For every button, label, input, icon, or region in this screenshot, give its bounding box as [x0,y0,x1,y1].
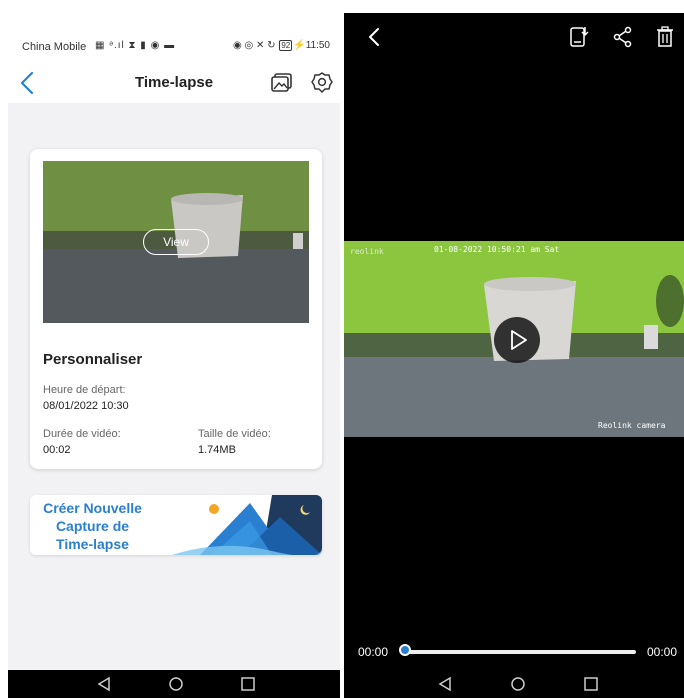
status-bar: China Mobile ▦ ᵊ.ıl ⧗ ▮ ◉ ▬ ◉ ◎ ✕ ↻ 92 ⚡1… [8,27,340,63]
status-right: ◉ ◎ ✕ ↻ 92 ⚡11:50 [233,40,330,51]
status-time: 11:50 [305,40,330,51]
app-bar: Time-lapse [8,63,340,103]
create-time-lapse-banner[interactable]: Créer Nouvelle Capture de Time-lapse [30,495,322,555]
video-thumbnail[interactable]: View [43,161,309,323]
time-lapse-screen: China Mobile ▦ ᵊ.ıl ⧗ ▮ ◉ ▬ ◉ ◎ ✕ ↻ 92 ⚡1… [8,27,340,698]
video-logo: reolink [350,247,384,256]
system-nav-bar [8,670,340,698]
gallery-icon[interactable] [270,71,294,95]
battery-icon: 92 [279,40,293,51]
mountain-illustration [152,495,322,555]
nav-recents-icon[interactable] [582,675,600,693]
share-icon[interactable] [612,25,634,49]
nav-recents-icon[interactable] [239,675,257,693]
view-button[interactable]: View [143,229,209,255]
seek-knob[interactable] [399,644,411,656]
back-arrow-icon[interactable] [364,25,384,49]
start-time-label: Heure de départ: [43,384,126,396]
seek-bar[interactable] [406,650,636,654]
status-icons: ▦ ᵊ.ıl ⧗ ▮ ◉ ▬ [95,40,176,51]
nav-home-icon[interactable] [167,675,185,693]
banner-line-2: Capture de [55,518,130,534]
recording-title: Personnaliser [43,351,143,368]
video-timestamp: 01-08-2022 10:50:21 am Sat [434,245,560,254]
delete-icon[interactable] [654,25,676,49]
download-to-phone-icon[interactable] [568,25,590,49]
video-brand: Reolink camera [598,421,666,430]
play-icon [511,330,527,350]
gear-icon[interactable] [310,71,334,95]
total-time: 00:00 [647,645,678,659]
carrier-name: China Mobile [22,41,87,53]
banner-line-3: Time-lapse [56,536,129,552]
start-time-value: 08/01/2022 10:30 [43,400,129,412]
play-button[interactable] [494,317,540,363]
status-right-icons: ◉ ◎ ✕ ↻ [233,40,276,51]
duration-value: 00:02 [43,444,71,456]
time-lapse-card[interactable]: View Personnaliser Heure de départ: 08/0… [30,149,322,469]
system-nav-bar [344,670,684,698]
video-frame[interactable]: reolink 01-08-2022 10:50:21 am Sat Reoli… [344,241,684,437]
size-value: 1.74MB [198,444,236,456]
current-time: 00:00 [358,645,389,659]
banner-text: Créer Nouvelle Capture de Time-lapse [30,499,155,553]
size-label: Taille de vidéo: [198,428,271,440]
banner-line-1: Créer Nouvelle [43,500,142,516]
nav-home-icon[interactable] [509,675,527,693]
duration-label: Durée de vidéo: [43,428,121,440]
nav-back-icon[interactable] [436,675,454,693]
video-player-screen: reolink 01-08-2022 10:50:21 am Sat Reoli… [344,13,684,698]
nav-back-icon[interactable] [95,675,113,693]
